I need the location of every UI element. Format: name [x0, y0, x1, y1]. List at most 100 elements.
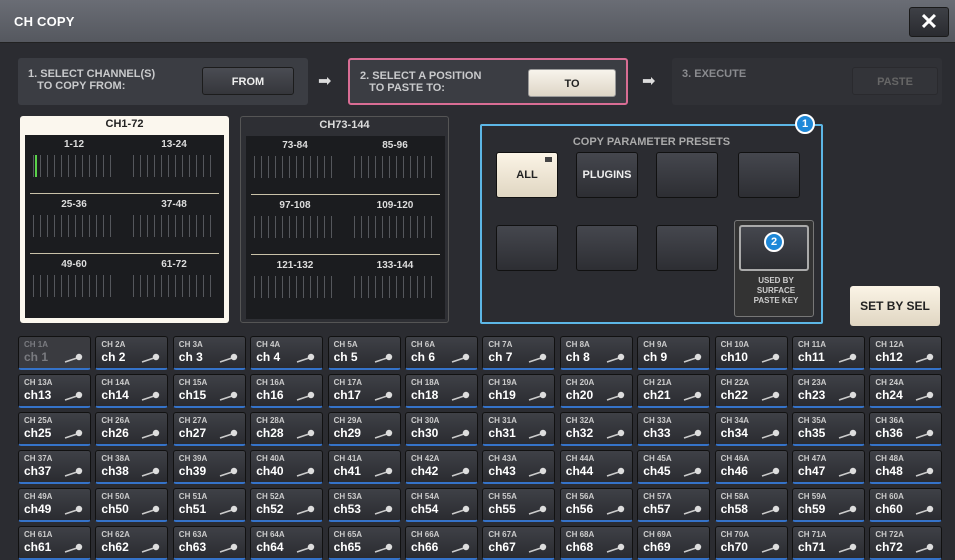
channel-button[interactable]: CH 63A ch63 — [172, 526, 246, 560]
mic-icon — [296, 429, 315, 439]
paste-button[interactable]: PASTE — [852, 67, 938, 95]
channel-button[interactable]: CH 60A ch60 — [869, 488, 943, 522]
to-button[interactable]: TO — [528, 69, 616, 97]
preset-4-button[interactable] — [738, 152, 800, 198]
channel-button[interactable]: CH 46A ch46 — [714, 450, 788, 484]
set-by-sel-button[interactable]: SET BY SEL — [850, 286, 940, 326]
channel-button[interactable]: CH 55A ch55 — [482, 488, 556, 522]
preset-3-button[interactable] — [656, 152, 718, 198]
channel-button[interactable]: CH 11A ch11 — [792, 336, 865, 370]
channel-button[interactable]: CH 26A ch26 — [95, 412, 169, 446]
channel-button[interactable]: CH 38A ch38 — [95, 450, 169, 484]
bank-ch73-144[interactable]: CH73-144 73-84 85-96 97-108 109-120 121-… — [240, 116, 449, 323]
channel-button[interactable]: CH 57A ch57 — [637, 488, 711, 522]
channel-button[interactable]: CH 54A ch54 — [405, 488, 478, 522]
channel-button[interactable]: CH 2A ch 2 — [95, 336, 169, 370]
channel-button[interactable]: CH 17A ch17 — [327, 374, 401, 408]
channel-button[interactable]: CH 15A ch15 — [172, 374, 246, 408]
channel-button[interactable]: CH 29A ch29 — [327, 412, 401, 446]
channel-button[interactable]: CH 24A ch24 — [869, 374, 943, 408]
channel-number: CH 62A — [101, 530, 130, 539]
mic-icon — [838, 543, 857, 553]
bank-ch1-72[interactable]: CH1-72 1-12 13-24 25-36 37-48 49-60 61-7… — [20, 116, 229, 323]
channel-label: ch52 — [256, 502, 284, 516]
channel-button[interactable]: CH 50A ch50 — [95, 488, 169, 522]
channel-button[interactable]: CH 21A ch21 — [637, 374, 711, 408]
channel-button[interactable]: CH 61A ch61 — [18, 526, 91, 560]
channel-button[interactable]: CH 64A ch64 — [250, 526, 324, 560]
channel-button[interactable]: CH 14A ch14 — [95, 374, 169, 408]
channel-button[interactable]: CH 42A ch42 — [405, 450, 478, 484]
channel-button[interactable]: CH 49A ch49 — [18, 488, 91, 522]
channel-button[interactable]: CH 3A ch 3 — [172, 336, 246, 370]
channel-button[interactable]: CH 58A ch58 — [714, 488, 788, 522]
channel-button[interactable]: CH 4A ch 4 — [250, 336, 324, 370]
channel-button[interactable]: CH 53A ch53 — [327, 488, 401, 522]
channel-button[interactable]: CH 43A ch43 — [482, 450, 556, 484]
from-button[interactable]: FROM — [202, 67, 294, 95]
channel-button[interactable]: CH 71A ch71 — [792, 526, 865, 560]
preset-all-button[interactable]: ALL — [496, 152, 558, 198]
channel-number: CH 52A — [256, 492, 285, 501]
channel-button[interactable]: CH 9A ch 9 — [637, 336, 711, 370]
channel-button[interactable]: CH 70A ch70 — [714, 526, 788, 560]
channel-button[interactable]: CH 72A ch72 — [869, 526, 943, 560]
preset-7-button[interactable] — [656, 225, 718, 271]
channel-button[interactable]: CH 65A ch65 — [327, 526, 401, 560]
channel-button[interactable]: CH 7A ch 7 — [482, 336, 556, 370]
channel-button[interactable]: CH 31A ch31 — [482, 412, 556, 446]
channel-number: CH 27A — [178, 416, 208, 425]
channel-button[interactable]: CH 12A ch12 — [869, 336, 943, 370]
group-label: 25-36 — [61, 199, 87, 210]
callout-badge-1: 1 — [795, 114, 815, 134]
channel-button[interactable]: CH 51A ch51 — [172, 488, 246, 522]
mic-icon — [606, 429, 624, 439]
close-button[interactable]: ✕ — [909, 7, 949, 37]
channel-button[interactable]: CH 52A ch52 — [250, 488, 324, 522]
channel-button[interactable]: CH 37A ch37 — [18, 450, 91, 484]
channel-button[interactable]: CH 28A ch28 — [250, 412, 324, 446]
channel-button[interactable]: CH 22A ch22 — [714, 374, 788, 408]
channel-button[interactable]: CH 35A ch35 — [792, 412, 865, 446]
channel-button[interactable]: CH 33A ch33 — [637, 412, 711, 446]
channel-button[interactable]: CH 36A ch36 — [869, 412, 943, 446]
channel-button[interactable]: CH 44A ch44 — [559, 450, 633, 484]
channel-button[interactable]: CH 59A ch59 — [792, 488, 865, 522]
channel-label: ch59 — [798, 502, 826, 516]
preset-5-button[interactable] — [496, 225, 558, 271]
channel-number: CH 24A — [875, 378, 904, 387]
channel-button[interactable]: CH 27A ch27 — [172, 412, 246, 446]
preset-plugins-button[interactable]: PLUGINS — [576, 152, 638, 198]
channel-label: ch14 — [101, 388, 129, 402]
channel-label: ch22 — [720, 388, 748, 402]
channel-button[interactable]: CH 10A ch10 — [714, 336, 788, 370]
channel-button[interactable]: CH 19A ch19 — [482, 374, 556, 408]
channel-button[interactable]: CH 20A ch20 — [559, 374, 633, 408]
channel-button[interactable]: CH 5A ch 5 — [327, 336, 401, 370]
channel-button[interactable]: CH 18A ch18 — [405, 374, 478, 408]
channel-button[interactable]: CH 8A ch 8 — [559, 336, 633, 370]
channel-label: ch27 — [178, 426, 207, 440]
channel-button[interactable]: CH 6A ch 6 — [405, 336, 478, 370]
channel-button[interactable]: CH 30A ch30 — [405, 412, 478, 446]
channel-button[interactable]: CH 13A ch13 — [18, 374, 91, 408]
channel-button[interactable]: CH 67A ch67 — [482, 526, 556, 560]
channel-button[interactable]: CH 45A ch45 — [637, 450, 711, 484]
channel-button[interactable]: CH 69A ch69 — [637, 526, 711, 560]
channel-button[interactable]: CH 48A ch48 — [869, 450, 943, 484]
channel-button[interactable]: CH 34A ch34 — [714, 412, 788, 446]
channel-button[interactable]: CH 56A ch56 — [559, 488, 633, 522]
channel-button[interactable]: CH 25A ch25 — [18, 412, 91, 446]
channel-button[interactable]: CH 1A ch 1 — [18, 336, 91, 370]
channel-button[interactable]: CH 68A ch68 — [559, 526, 633, 560]
channel-button[interactable]: CH 41A ch41 — [327, 450, 401, 484]
channel-button[interactable]: CH 47A ch47 — [792, 450, 865, 484]
preset-6-button[interactable] — [576, 225, 638, 271]
channel-button[interactable]: CH 23A ch23 — [792, 374, 865, 408]
channel-button[interactable]: CH 39A ch39 — [172, 450, 246, 484]
channel-button[interactable]: CH 40A ch40 — [250, 450, 324, 484]
channel-button[interactable]: CH 66A ch66 — [405, 526, 478, 560]
channel-button[interactable]: CH 16A ch16 — [250, 374, 324, 408]
channel-button[interactable]: CH 32A ch32 — [559, 412, 633, 446]
channel-button[interactable]: CH 62A ch62 — [95, 526, 169, 560]
